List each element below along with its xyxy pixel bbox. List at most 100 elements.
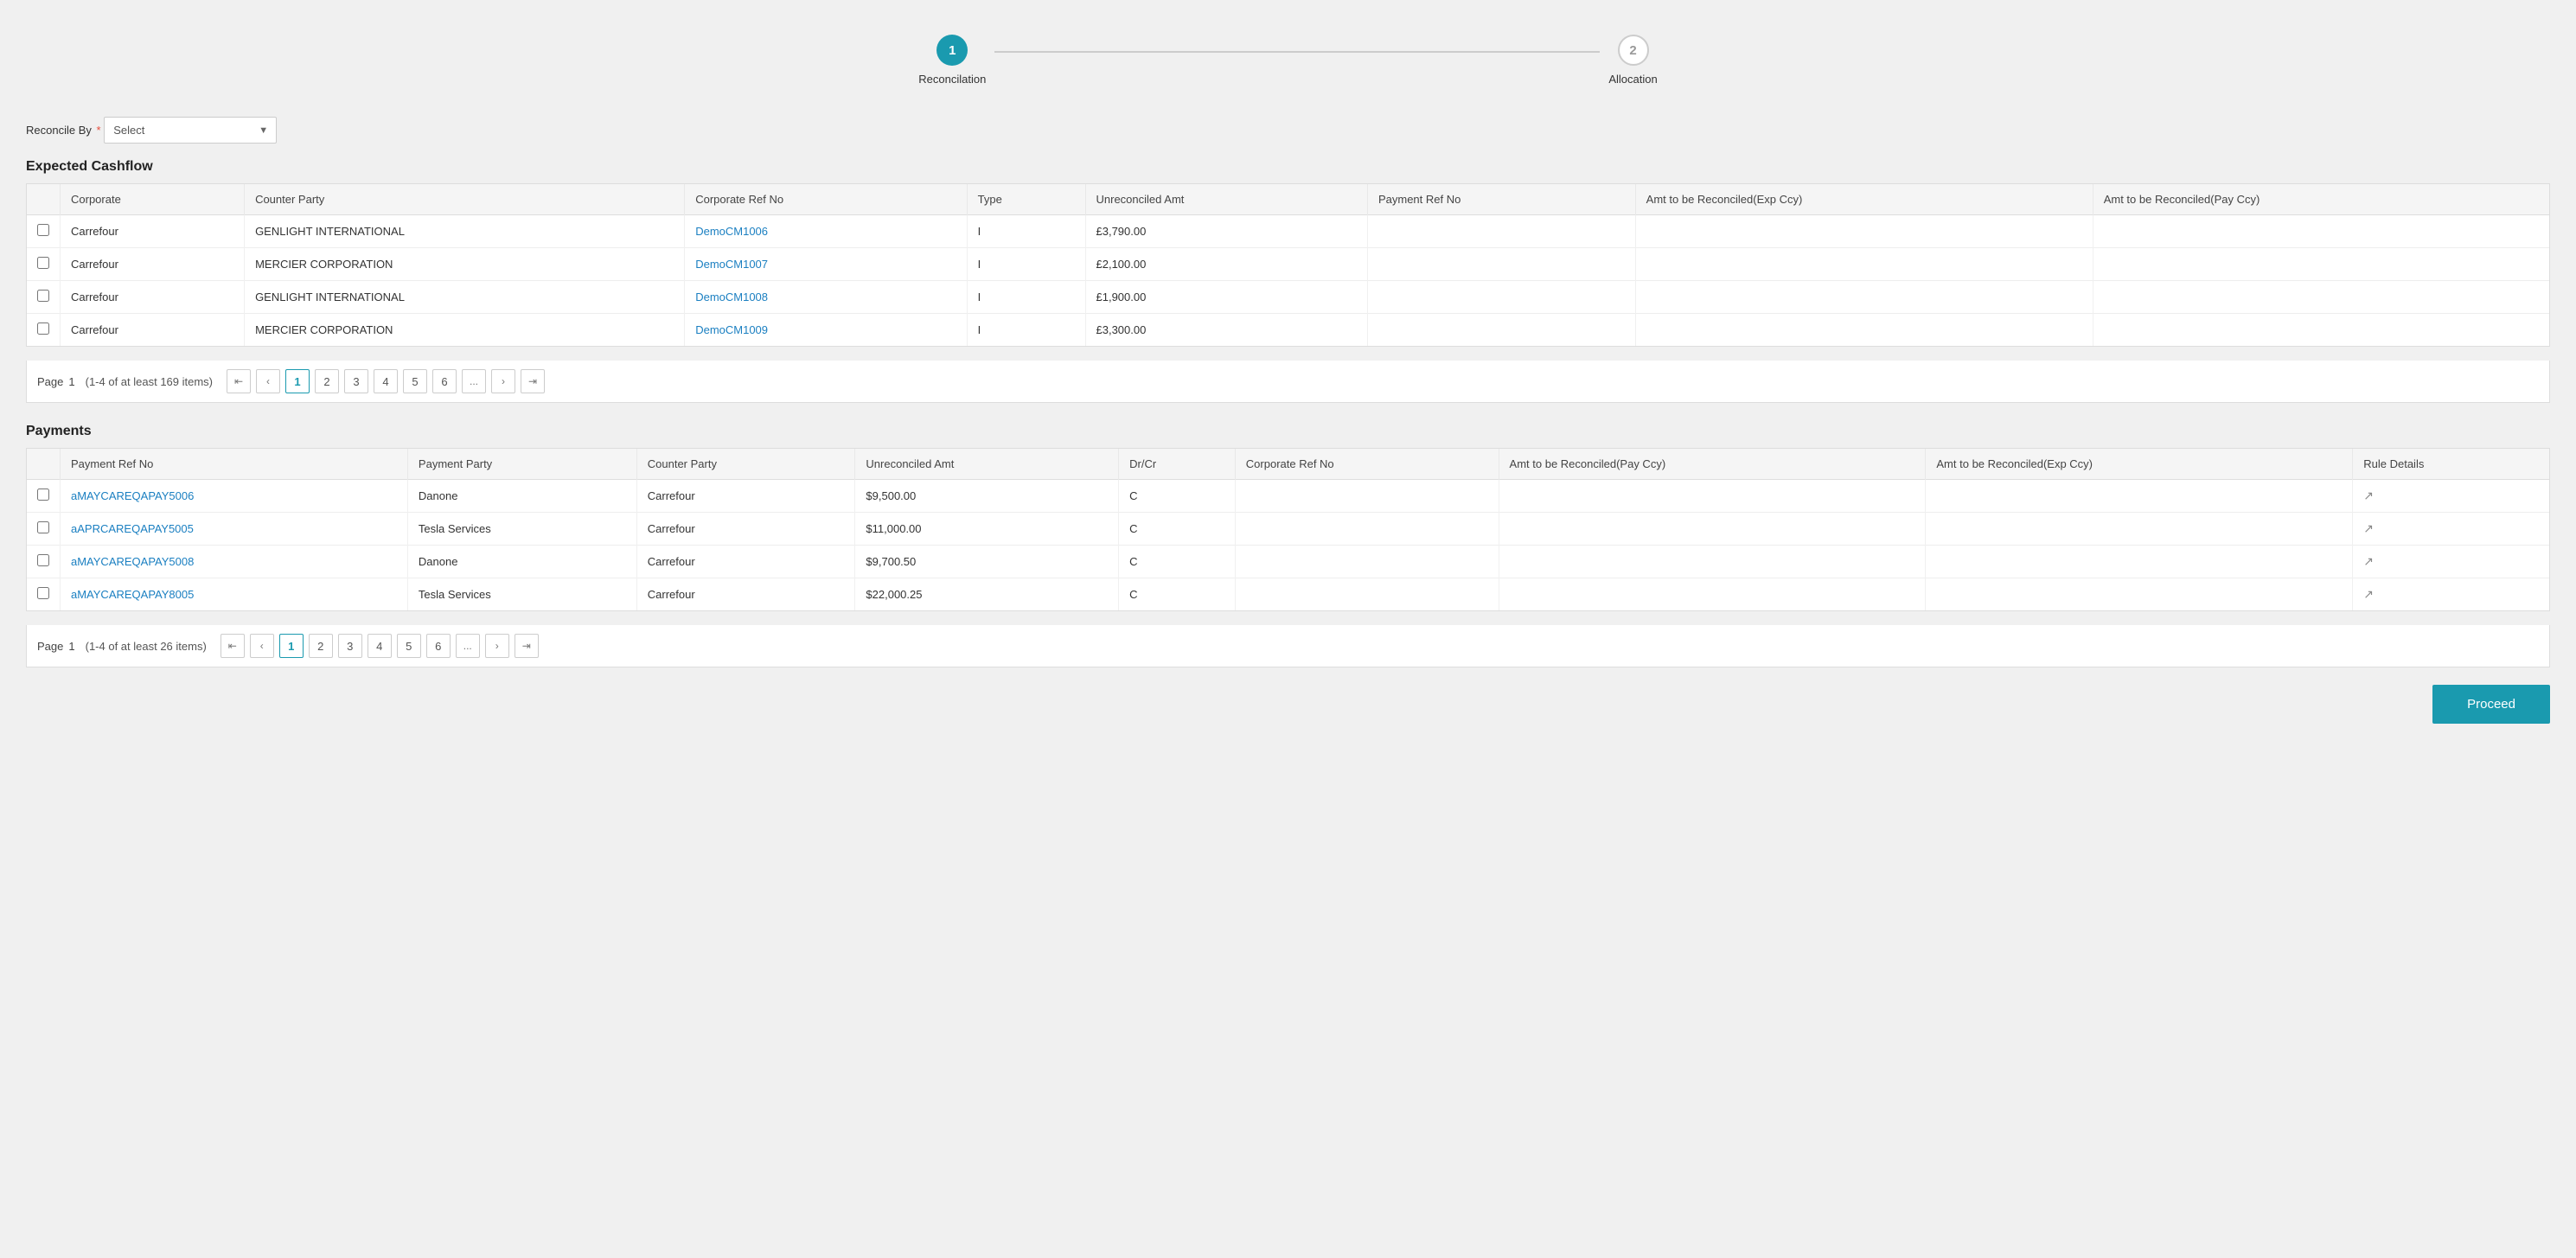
- ecf-row-type-0: I: [967, 215, 1085, 248]
- ecf-page-3-button[interactable]: 3: [344, 369, 368, 393]
- ecf-row-counterparty-1: MERCIER CORPORATION: [245, 248, 685, 281]
- ecf-checkbox-1[interactable]: [37, 257, 49, 269]
- ecf-row-checkbox-0[interactable]: [27, 215, 61, 248]
- step-2-label: Allocation: [1608, 73, 1657, 86]
- ecf-row-amt-pay-2: [2093, 281, 2549, 314]
- payments-title: Payments: [26, 424, 2550, 439]
- step-1-label: Reconcilation: [918, 73, 986, 86]
- pay-checkbox-1[interactable]: [37, 521, 49, 533]
- ecf-row-corporate-2: Carrefour: [61, 281, 245, 314]
- pay-col-amt-exp: Amt to be Reconciled(Exp Ccy): [1926, 449, 2353, 480]
- ecf-row-refno-2[interactable]: DemoCM1008: [685, 281, 967, 314]
- step-1-circle: 1: [936, 35, 968, 66]
- ecf-prev-page-button[interactable]: ‹: [256, 369, 280, 393]
- reconcile-by-select[interactable]: Select Corporate Counter Party Type: [104, 117, 277, 144]
- ecf-row-checkbox-2[interactable]: [27, 281, 61, 314]
- pay-row-counterparty-1: Carrefour: [636, 513, 855, 546]
- pay-row-refno-2[interactable]: aMAYCAREQAPAY5008: [61, 546, 408, 578]
- pay-first-page-button[interactable]: ⇤: [221, 634, 245, 658]
- expected-cashflow-table: Corporate Counter Party Corporate Ref No…: [27, 184, 2549, 346]
- pay-row-refno-3[interactable]: aMAYCAREQAPAY8005: [61, 578, 408, 611]
- pay-row-counterparty-0: Carrefour: [636, 480, 855, 513]
- external-link-icon-2[interactable]: ↗: [2363, 554, 2374, 568]
- ecf-row-amt-exp-1: [1635, 248, 2093, 281]
- ecf-last-page-button[interactable]: ⇥: [521, 369, 545, 393]
- ecf-page-4-button[interactable]: 4: [374, 369, 398, 393]
- pay-last-page-button[interactable]: ⇥: [515, 634, 539, 658]
- ecf-page-6-button[interactable]: 6: [432, 369, 457, 393]
- ecf-col-amt-exp: Amt to be Reconciled(Exp Ccy): [1635, 184, 2093, 215]
- pay-row-rule-1[interactable]: ↗: [2353, 513, 2549, 546]
- pay-row-amt-exp-3: [1926, 578, 2353, 611]
- external-link-icon-0[interactable]: ↗: [2363, 489, 2374, 502]
- pay-page-6-button[interactable]: 6: [426, 634, 451, 658]
- pay-pagination-info: (1-4 of at least 26 items): [86, 640, 207, 653]
- ecf-checkbox-3[interactable]: [37, 322, 49, 335]
- pay-page-1-button[interactable]: 1: [279, 634, 304, 658]
- pay-prev-page-button[interactable]: ‹: [250, 634, 274, 658]
- pay-row-rule-2[interactable]: ↗: [2353, 546, 2549, 578]
- ecf-row-amt-pay-0: [2093, 215, 2549, 248]
- ecf-row-refno-3[interactable]: DemoCM1009: [685, 314, 967, 347]
- ecf-row-amt-exp-0: [1635, 215, 2093, 248]
- pay-row-refno-1[interactable]: aAPRCAREQAPAY5005: [61, 513, 408, 546]
- pay-row-rule-3[interactable]: ↗: [2353, 578, 2549, 611]
- pay-page-5-button[interactable]: 5: [397, 634, 421, 658]
- pay-next-page-button[interactable]: ›: [485, 634, 509, 658]
- pay-row-corp-refno-3: [1235, 578, 1499, 611]
- ecf-row-counterparty-0: GENLIGHT INTERNATIONAL: [245, 215, 685, 248]
- pay-row-amt-pay-2: [1499, 546, 1926, 578]
- pay-page-3-button[interactable]: 3: [338, 634, 362, 658]
- ecf-pagination: Page 1 (1-4 of at least 169 items) ⇤ ‹ 1…: [26, 361, 2550, 403]
- pay-checkbox-0[interactable]: [37, 489, 49, 501]
- pay-row-checkbox-3[interactable]: [27, 578, 61, 611]
- pay-row-refno-0[interactable]: aMAYCAREQAPAY5006: [61, 480, 408, 513]
- proceed-button[interactable]: Proceed: [2432, 685, 2550, 724]
- pay-row-amt-pay-0: [1499, 480, 1926, 513]
- reconcile-by-select-wrapper: Select Corporate Counter Party Type ▼: [104, 117, 277, 144]
- payments-table-container: Payment Ref No Payment Party Counter Par…: [26, 448, 2550, 611]
- ecf-row-paymentrefno-1: [1367, 248, 1635, 281]
- ecf-page-5-button[interactable]: 5: [403, 369, 427, 393]
- ecf-row-checkbox-3[interactable]: [27, 314, 61, 347]
- ecf-page-label: Page: [37, 375, 63, 388]
- pay-checkbox-3[interactable]: [37, 587, 49, 599]
- pay-row-checkbox-1[interactable]: [27, 513, 61, 546]
- external-link-icon-3[interactable]: ↗: [2363, 587, 2374, 601]
- pay-row-unreconciled-1: $11,000.00: [855, 513, 1119, 546]
- pay-col-amt-pay: Amt to be Reconciled(Pay Ccy): [1499, 449, 1926, 480]
- ecf-row-unreconciled-3: £3,300.00: [1085, 314, 1367, 347]
- pay-checkbox-2[interactable]: [37, 554, 49, 566]
- pay-row-corp-refno-2: [1235, 546, 1499, 578]
- ecf-row-refno-0[interactable]: DemoCM1006: [685, 215, 967, 248]
- pay-row-checkbox-0[interactable]: [27, 480, 61, 513]
- ecf-checkbox-0[interactable]: [37, 224, 49, 236]
- ecf-row-amt-pay-3: [2093, 314, 2549, 347]
- pay-row-corp-refno-0: [1235, 480, 1499, 513]
- step-1: 1 Reconcilation: [918, 35, 986, 86]
- payments-table: Payment Ref No Payment Party Counter Par…: [27, 449, 2549, 610]
- pay-page-4-button[interactable]: 4: [368, 634, 392, 658]
- ecf-pagination-info: (1-4 of at least 169 items): [86, 375, 213, 388]
- ecf-row-amt-pay-1: [2093, 248, 2549, 281]
- pay-row-payment-party-3: Tesla Services: [407, 578, 636, 611]
- stepper: 1 Reconcilation 2 Allocation: [26, 17, 2550, 112]
- ecf-row-checkbox-1[interactable]: [27, 248, 61, 281]
- pay-row-checkbox-2[interactable]: [27, 546, 61, 578]
- pay-page-2-button[interactable]: 2: [309, 634, 333, 658]
- pay-page-number: 1: [68, 640, 74, 653]
- ecf-page-1-button[interactable]: 1: [285, 369, 310, 393]
- ecf-row-refno-1[interactable]: DemoCM1007: [685, 248, 967, 281]
- ecf-first-page-button[interactable]: ⇤: [227, 369, 251, 393]
- pay-col-drcr: Dr/Cr: [1119, 449, 1236, 480]
- external-link-icon-1[interactable]: ↗: [2363, 521, 2374, 535]
- pay-row-corp-refno-1: [1235, 513, 1499, 546]
- ecf-checkbox-2[interactable]: [37, 290, 49, 302]
- pay-row-payment-party-2: Danone: [407, 546, 636, 578]
- pay-row-rule-0[interactable]: ↗: [2353, 480, 2549, 513]
- reconcile-by-section: Reconcile By * Select Corporate Counter …: [26, 112, 2550, 144]
- pay-row-amt-exp-2: [1926, 546, 2353, 578]
- ecf-next-page-button[interactable]: ›: [491, 369, 515, 393]
- ecf-page-2-button[interactable]: 2: [315, 369, 339, 393]
- pay-row-drcr-1: C: [1119, 513, 1236, 546]
